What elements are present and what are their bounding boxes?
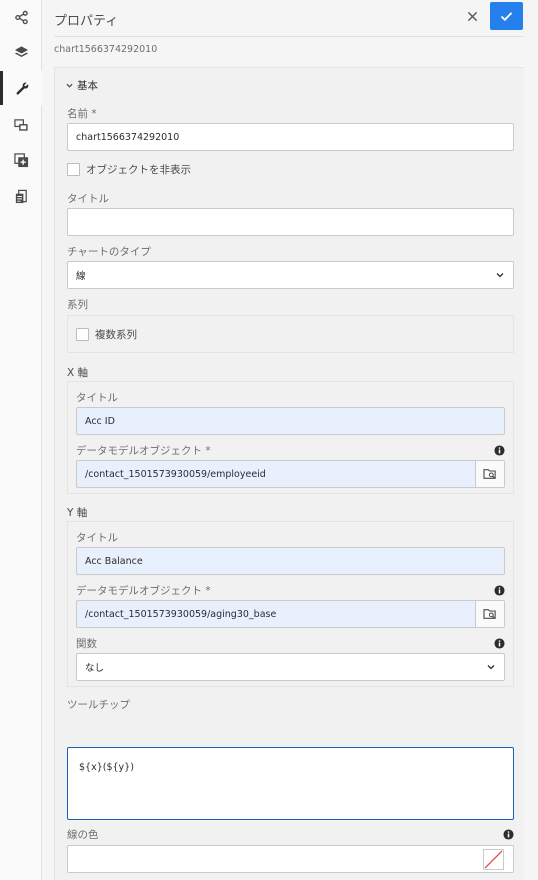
name-field[interactable]: chart1566374292010 [67, 123, 514, 151]
properties-panel: プロパティ chart1566374292010 基本 名前 * chart15… [42, 0, 538, 880]
wrench-icon[interactable] [0, 71, 42, 105]
checkmark-icon [500, 11, 513, 21]
no-color-icon [484, 850, 503, 869]
y-axis-title-field[interactable]: Acc Balance [76, 547, 505, 575]
x-axis-model-label: データモデルオブジェクト * [76, 445, 211, 457]
x-axis-title-field[interactable]: Acc ID [76, 407, 505, 435]
line-color-label: 線の色 [67, 829, 99, 841]
component-id: chart1566374292010 [54, 44, 158, 55]
header-divider [54, 36, 524, 37]
chart-type-label: チャートのタイプ [67, 246, 151, 258]
y-axis-model-label: データモデルオブジェクト * [76, 585, 211, 597]
x-axis-title-label: タイトル [76, 392, 118, 404]
x-axis-label: X 軸 [67, 367, 89, 379]
section-label: 基本 [77, 80, 98, 92]
x-axis-model-field[interactable]: /contact_1501573930059/employeeid [76, 460, 505, 488]
chevron-down-icon [66, 83, 73, 88]
close-icon [467, 11, 477, 21]
tooltip-label: ツールチップ [67, 699, 130, 711]
panel-title: プロパティ [54, 14, 119, 29]
name-label: 名前 * [67, 108, 97, 120]
tooltip-textarea[interactable]: ${x}(${y}) [67, 747, 514, 820]
hide-object-checkbox[interactable] [67, 163, 80, 176]
info-icon[interactable] [503, 829, 514, 840]
screens-icon[interactable] [0, 108, 42, 142]
title-label: タイトル [67, 193, 109, 205]
share-icon[interactable] [0, 0, 42, 34]
function-value: なし [85, 663, 105, 674]
browse-folder-icon [483, 469, 496, 479]
hide-object-label: オブジェクトを非表示 [86, 164, 191, 176]
multi-series-label: 複数系列 [95, 329, 137, 341]
function-label: 関数 [76, 638, 97, 650]
x-axis-browse-button[interactable] [475, 461, 504, 487]
add-fragment-icon[interactable] [0, 143, 42, 177]
multi-series-checkbox[interactable] [76, 328, 89, 341]
form-area: 基本 名前 * chart1566374292010 オブジェクトを非表示 タイ… [54, 67, 524, 880]
chevron-down-icon [487, 665, 495, 670]
y-axis-title-label: タイトル [76, 532, 118, 544]
series-label: 系列 [67, 299, 88, 311]
layers-icon[interactable] [0, 35, 42, 69]
y-axis-browse-button[interactable] [475, 601, 504, 627]
section-toggle-basic[interactable]: 基本 [66, 78, 98, 93]
done-button[interactable] [490, 2, 523, 30]
color-swatch-button[interactable] [483, 849, 504, 870]
browse-folder-icon [483, 609, 496, 619]
function-select[interactable]: なし [76, 653, 505, 681]
clipboard-icon[interactable] [0, 179, 42, 213]
side-rail [0, 0, 42, 880]
info-icon[interactable] [494, 638, 505, 649]
line-color-field[interactable] [67, 845, 514, 873]
y-axis-label: Y 軸 [67, 507, 88, 519]
x-axis-group: タイトル Acc ID データモデルオブジェクト * /contact_1501… [67, 381, 514, 494]
info-icon[interactable] [494, 585, 505, 596]
series-group: 複数系列 [67, 315, 514, 353]
y-axis-model-value: /contact_1501573930059/aging30_base [85, 608, 277, 620]
y-axis-model-field[interactable]: /contact_1501573930059/aging30_base [76, 600, 505, 628]
title-field[interactable] [67, 208, 514, 236]
chevron-down-icon [496, 273, 504, 278]
y-axis-group: タイトル Acc Balance データモデルオブジェクト * /contact… [67, 521, 514, 687]
chart-type-select[interactable]: 線 [67, 261, 514, 289]
chart-type-value: 線 [76, 271, 86, 282]
close-button[interactable] [463, 6, 481, 26]
x-axis-model-value: /contact_1501573930059/employeeid [85, 468, 266, 480]
info-icon[interactable] [494, 445, 505, 456]
